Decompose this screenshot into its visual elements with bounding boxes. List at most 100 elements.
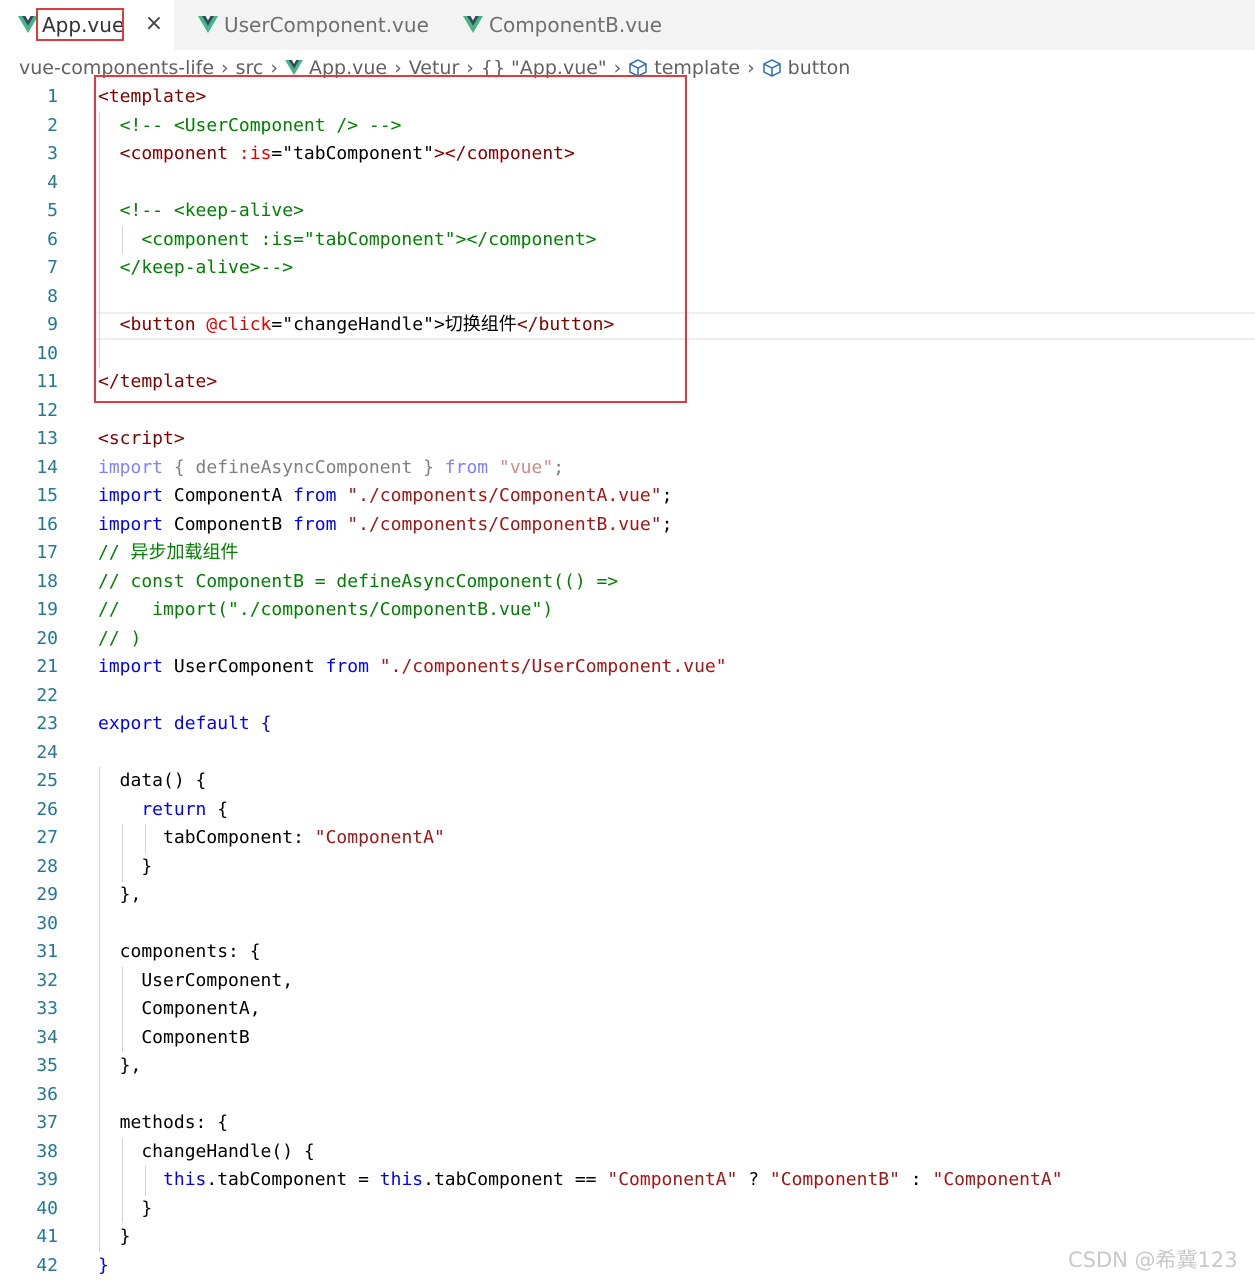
code-line[interactable]: 24 xyxy=(0,739,1255,768)
code-line[interactable]: 10 xyxy=(0,340,1255,369)
code-line[interactable]: 7 </keep-alive>--> xyxy=(0,254,1255,283)
chevron-right-icon: › xyxy=(394,57,402,79)
code-line[interactable]: 27 tabComponent: "ComponentA" xyxy=(0,824,1255,853)
code-line[interactable]: 40 } xyxy=(0,1195,1255,1224)
code-token: methods: xyxy=(98,1112,218,1133)
breadcrumb-item-folder[interactable]: vue-components-life xyxy=(19,57,214,79)
code-line[interactable]: 33 ComponentA, xyxy=(0,995,1255,1024)
code-token: // 异步加载组件 xyxy=(98,542,239,563)
code-text: return { xyxy=(98,796,228,825)
code-line[interactable]: 13 <script> xyxy=(0,425,1255,454)
code-line[interactable]: 11 </template> xyxy=(0,368,1255,397)
code-token: "./components/UserComponent.vue" xyxy=(379,656,727,677)
code-token: from xyxy=(293,513,337,535)
code-line[interactable]: 17 // 异步加载组件 xyxy=(0,539,1255,568)
breadcrumb-item-src[interactable]: src xyxy=(236,57,264,79)
code-line[interactable]: 4 xyxy=(0,169,1255,198)
code-token: = xyxy=(271,143,283,164)
code-line[interactable]: 14 import { defineAsyncComponent } from "… xyxy=(0,454,1255,483)
code-line[interactable]: 18 // const ComponentB = defineAsyncCompo… xyxy=(0,568,1255,597)
code-token: export xyxy=(98,713,164,734)
code-line[interactable]: 34 ComponentB xyxy=(0,1024,1255,1053)
line-number: 6 xyxy=(47,228,58,250)
code-line[interactable]: 15 import ComponentA from "./components/C… xyxy=(0,482,1255,511)
line-number: 34 xyxy=(36,1026,58,1048)
code-line[interactable]: 3 <component :is="tabComponent"></compon… xyxy=(0,140,1255,169)
code-token: return xyxy=(98,798,207,820)
code-line[interactable]: 30 xyxy=(0,910,1255,939)
code-line[interactable]: 20 // ) xyxy=(0,625,1255,654)
code-line[interactable]: 9 <button @click="changeHandle">切换组件</bu… xyxy=(0,311,1255,340)
code-line[interactable]: 8 xyxy=(0,283,1255,312)
tab-user-component-vue[interactable]: UserComponent.vue xyxy=(174,0,439,50)
code-line[interactable]: 6 <component :is="tabComponent"></compon… xyxy=(0,226,1255,255)
code-line[interactable]: 39 this.tabComponent = this.tabComponent… xyxy=(0,1166,1255,1195)
code-line[interactable]: 25 data() { xyxy=(0,767,1255,796)
code-line[interactable]: 36 xyxy=(0,1081,1255,1110)
code-line[interactable]: 32 UserComponent, xyxy=(0,967,1255,996)
code-line[interactable]: 2 <!-- <UserComponent /> --> xyxy=(0,112,1255,141)
line-number: 20 xyxy=(36,627,58,649)
tab-app-vue[interactable]: App.vue × xyxy=(0,0,174,50)
code-line[interactable]: 22 xyxy=(0,682,1255,711)
code-line[interactable]: 31 components: { xyxy=(0,938,1255,967)
code-line[interactable]: 28 } xyxy=(0,853,1255,882)
code-token: } xyxy=(98,1254,109,1276)
code-token: <!-- <keep-alive> xyxy=(98,200,304,221)
code-text: <component :is="tabComponent"></componen… xyxy=(98,140,575,169)
code-token: ComponentA, xyxy=(98,998,261,1019)
code-token: } xyxy=(98,1197,153,1219)
code-text: <script> xyxy=(98,425,185,454)
code-line[interactable]: 37 methods: { xyxy=(0,1109,1255,1138)
code-line[interactable]: 5 <!-- <keep-alive> xyxy=(0,197,1255,226)
tab-component-b-vue[interactable]: ComponentB.vue xyxy=(441,0,680,50)
line-number: 31 xyxy=(36,941,58,962)
breadcrumb-item-vetur[interactable]: Vetur xyxy=(409,57,460,79)
line-number: 35 xyxy=(36,1055,58,1076)
code-line[interactable]: 21 import UserComponent from "./component… xyxy=(0,653,1255,682)
line-number: 1 xyxy=(47,86,58,107)
code-text: ComponentB xyxy=(98,1024,250,1053)
chevron-right-icon: › xyxy=(613,57,622,79)
line-number: 33 xyxy=(36,998,58,1019)
close-icon[interactable]: × xyxy=(142,10,166,38)
code-text: </keep-alive>--> xyxy=(98,254,293,283)
code-line[interactable]: 1 <template> xyxy=(0,83,1255,112)
breadcrumb-item-template[interactable]: template xyxy=(654,57,740,79)
code-text: // ) xyxy=(98,625,141,654)
code-line[interactable]: 19 // import("./components/ComponentB.vue… xyxy=(0,596,1255,625)
code-line[interactable]: 29 }, xyxy=(0,881,1255,910)
code-token: tabComponent: xyxy=(98,827,315,848)
code-text: } xyxy=(98,853,152,882)
code-token: <script> xyxy=(98,428,185,449)
code-token: :is xyxy=(238,143,272,164)
code-token: "./components/ComponentA.vue" xyxy=(347,485,662,506)
code-token: ; xyxy=(553,456,565,478)
code-line[interactable]: 23 export default { xyxy=(0,710,1255,739)
tab-label: ComponentB.vue xyxy=(489,13,663,37)
line-number: 4 xyxy=(47,171,58,193)
code-token: ComponentB xyxy=(98,1026,250,1048)
code-line[interactable]: 16 import ComponentB from "./components/C… xyxy=(0,511,1255,540)
breadcrumb-item-file[interactable]: App.vue xyxy=(309,57,387,79)
line-number: 29 xyxy=(36,884,58,905)
code-token: { xyxy=(184,770,207,791)
breadcrumb-item-button[interactable]: button xyxy=(788,57,851,79)
code-line[interactable]: 26 return { xyxy=(0,796,1255,825)
line-number: 30 xyxy=(36,912,58,934)
code-line[interactable]: 41 } xyxy=(0,1223,1255,1252)
breadcrumb-item-module[interactable]: "App.vue" xyxy=(511,57,607,79)
editor-tab-bar: App.vue × UserComponent.vue ComponentB.v… xyxy=(0,0,1255,50)
code-token: "ComponentA" xyxy=(314,827,445,848)
code-line[interactable]: 42} xyxy=(0,1252,1255,1280)
line-number: 18 xyxy=(36,570,58,592)
cube-icon xyxy=(629,59,648,77)
code-token: "./components/ComponentB.vue" xyxy=(347,513,662,535)
code-line[interactable]: 38 changeHandle() { xyxy=(0,1138,1255,1167)
code-line[interactable]: 35 }, xyxy=(0,1052,1255,1081)
line-number: 14 xyxy=(36,456,58,478)
code-line[interactable]: 12 xyxy=(0,397,1255,426)
